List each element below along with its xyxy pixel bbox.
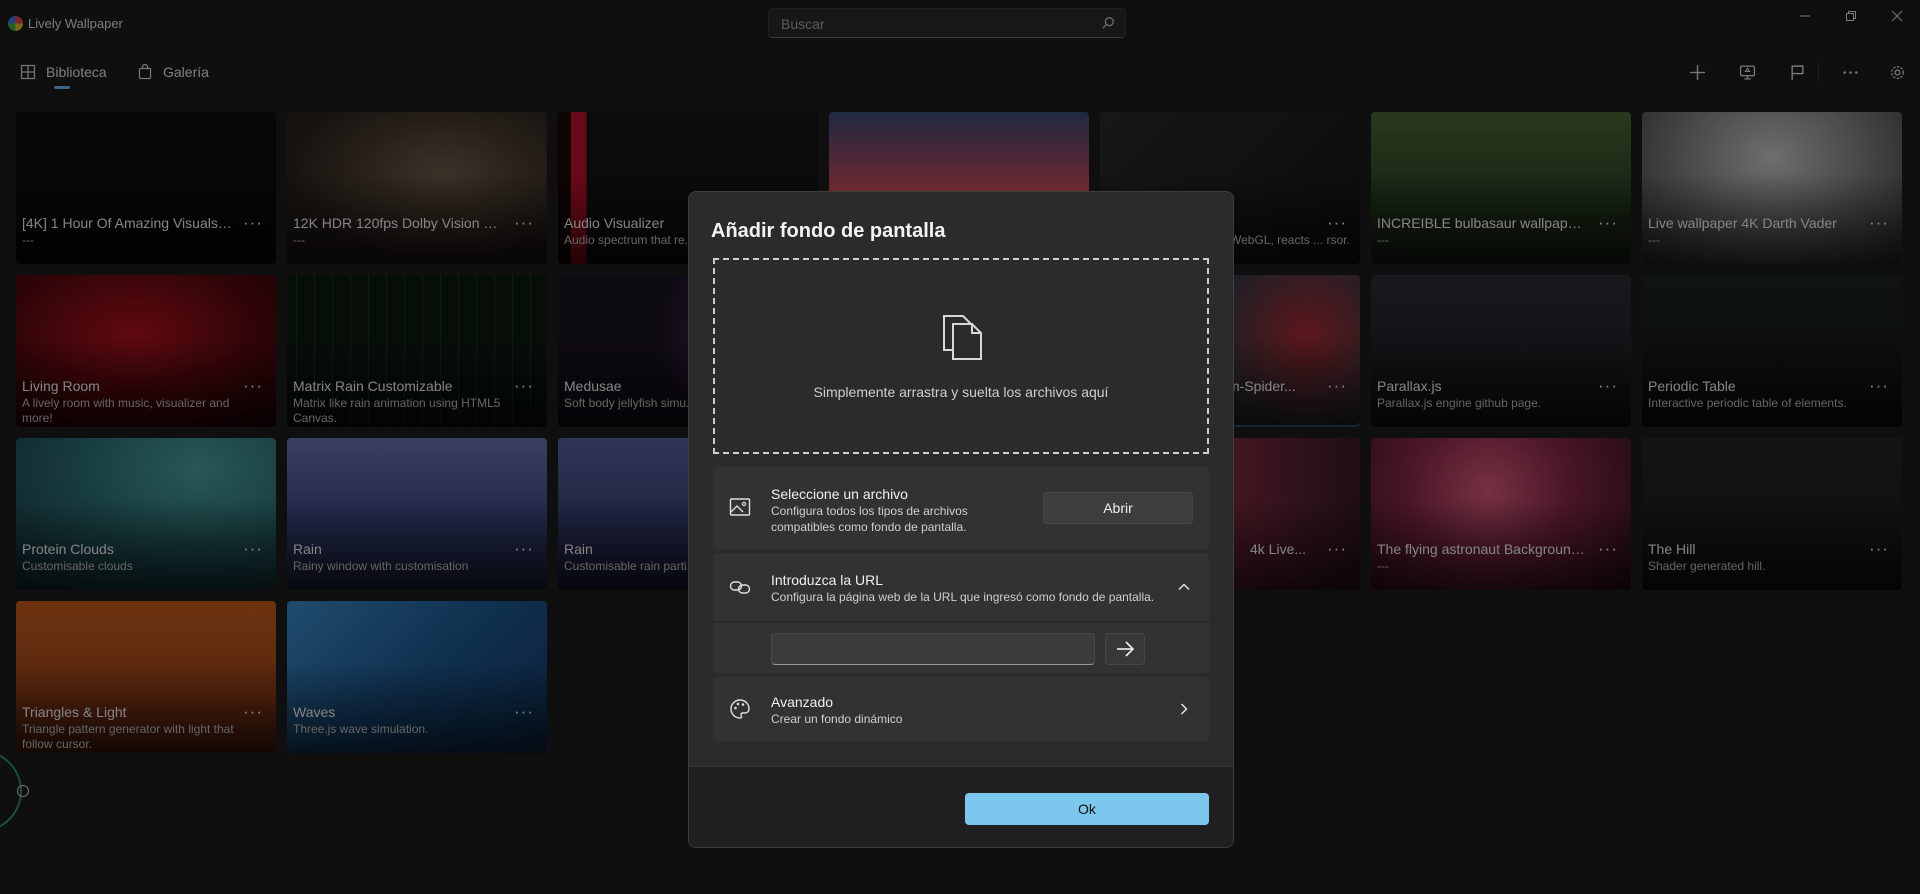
palette-icon: [730, 699, 750, 719]
url-description: Configura la página web de la URL que in…: [771, 590, 1155, 604]
chevron-right-icon: [1180, 703, 1188, 715]
advanced-description: Crear un fondo dinámico: [771, 712, 903, 726]
advanced-card[interactable]: Avanzado Crear un fondo dinámico: [713, 677, 1209, 741]
arrow-right-icon: [1117, 641, 1135, 657]
select-file-title: Seleccione un archivo: [771, 486, 908, 502]
copy-files-icon: [943, 315, 982, 360]
drop-zone-text: Simplemente arrastra y suelta los archiv…: [813, 384, 1109, 400]
advanced-title: Avanzado: [771, 694, 834, 710]
link-icon: [729, 581, 751, 594]
add-wallpaper-dialog: Añadir fondo de pantalla Simplemente arr…: [688, 191, 1234, 848]
drop-zone[interactable]: Simplemente arrastra y suelta los archiv…: [713, 258, 1209, 454]
image-icon: [729, 498, 751, 516]
url-submit-button[interactable]: [1105, 633, 1145, 665]
ok-button[interactable]: Ok: [965, 793, 1209, 825]
dialog-footer: Ok: [689, 766, 1233, 847]
app-window: Lively Wallpaper Buscar Biblioteca Galer…: [0, 0, 1920, 894]
chevron-up-icon[interactable]: [1177, 580, 1191, 594]
dialog-title: Añadir fondo de pantalla: [711, 220, 946, 242]
url-input[interactable]: [771, 633, 1095, 665]
url-card[interactable]: Introduzca la URL Configura la página we…: [713, 553, 1209, 621]
select-file-card: Seleccione un archivo Configura todos lo…: [713, 467, 1209, 549]
open-file-button[interactable]: Abrir: [1043, 492, 1193, 524]
url-title: Introduzca la URL: [771, 572, 884, 588]
select-file-description: Configura todos los tipos de archivos co…: [771, 504, 968, 534]
url-input-row: [713, 623, 1209, 673]
